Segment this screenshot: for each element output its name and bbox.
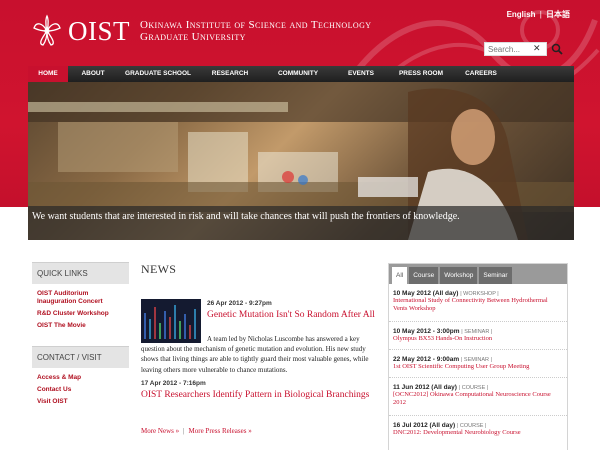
- event-title-link[interactable]: [OCNC2012] Okinawa Computational Neurosc…: [393, 391, 563, 407]
- more-press-releases-link[interactable]: More Press Releases »: [189, 427, 252, 435]
- clear-search-icon[interactable]: ✕: [533, 43, 541, 54]
- event-date: 22 May 2012 - 9:00am: [393, 356, 460, 363]
- tab-workshop[interactable]: Workshop: [440, 267, 478, 284]
- quick-links-list: OIST Auditorium Inauguration Concert R&D…: [32, 284, 129, 340]
- nav-about[interactable]: ABOUT: [68, 66, 118, 82]
- event-item: 16 Jul 2012 (All day) | COURSE | DNC2012…: [389, 416, 567, 450]
- quick-link-movie[interactable]: OIST The Movie: [37, 322, 124, 330]
- event-title-link[interactable]: Olympus BX53 Hands-On Instruction: [393, 335, 563, 343]
- oist-flower-icon: [33, 14, 61, 46]
- event-title-link[interactable]: DNC2012: Developmental Neurobiology Cour…: [393, 429, 563, 437]
- institute-line-2: Graduate University: [140, 31, 246, 43]
- event-date: 10 May 2012 (All day): [393, 290, 459, 297]
- news-section: NEWS 26 Apr 2012 - 9:27pm Genetic Mutati…: [141, 262, 379, 435]
- news-title-link[interactable]: OIST Researchers Identify Pattern in Bio…: [141, 390, 379, 401]
- event-item: 10 May 2012 (All day) | WORKSHOP | Inter…: [389, 284, 567, 322]
- institute-name: Okinawa Institute of Science and Technol…: [140, 19, 371, 43]
- quick-links-heading: QUICK LINKS: [32, 262, 129, 284]
- tab-all[interactable]: All: [392, 267, 408, 284]
- quick-link-rd-workshop[interactable]: R&D Cluster Workshop: [37, 310, 124, 318]
- contact-link-visit[interactable]: Visit OIST: [37, 398, 124, 406]
- quick-link-concert[interactable]: OIST Auditorium Inauguration Concert: [37, 290, 124, 306]
- logo-text: OIST: [68, 15, 130, 46]
- news-date: 26 Apr 2012 - 9:27pm: [207, 300, 272, 307]
- nav-home[interactable]: HOME: [28, 66, 68, 82]
- contact-links-list: Access & Map Contact Us Visit OIST: [32, 368, 129, 416]
- news-more-links: More News » | More Press Releases »: [141, 427, 252, 435]
- lang-separator: |: [539, 10, 542, 19]
- events-tabs: All Course Workshop Seminar: [389, 264, 567, 284]
- more-links-separator: |: [183, 427, 185, 435]
- news-body: A team led by Nicholas Luscombe has answ…: [141, 335, 369, 374]
- news-date: 17 Apr 2012 - 7:16pm: [141, 380, 206, 387]
- event-date: 11 Jun 2012 (All day): [393, 384, 457, 391]
- hero-caption: We want students that are interested in …: [28, 206, 574, 240]
- event-title-link[interactable]: 1st OIST Scientific Computing User Group…: [393, 363, 563, 371]
- news-heading: NEWS: [141, 262, 177, 276]
- contact-link-contact-us[interactable]: Contact Us: [37, 386, 124, 394]
- lang-english-link[interactable]: English: [507, 10, 536, 19]
- lang-japanese-link[interactable]: 日本語: [546, 10, 570, 19]
- search-icon[interactable]: [551, 43, 563, 55]
- contact-link-access-map[interactable]: Access & Map: [37, 374, 124, 382]
- event-item: 10 May 2012 - 3:00pm | SEMINAR | Olympus…: [389, 322, 567, 350]
- nav-graduate-school[interactable]: GRADUATE SCHOOL: [118, 66, 198, 82]
- nav-community[interactable]: COMMUNITY: [262, 66, 334, 82]
- event-title-link[interactable]: International Study of Connectivity Betw…: [393, 297, 563, 313]
- hero-image: We want students that are interested in …: [28, 82, 574, 240]
- nav-research[interactable]: RESEARCH: [198, 66, 262, 82]
- main-nav: HOME ABOUT GRADUATE SCHOOL RESEARCH COMM…: [28, 66, 574, 82]
- nav-careers[interactable]: CAREERS: [454, 66, 508, 82]
- more-news-link[interactable]: More News »: [141, 427, 179, 435]
- events-panel: All Course Workshop Seminar 10 May 2012 …: [388, 263, 568, 450]
- tab-course[interactable]: Course: [409, 267, 439, 284]
- event-date: 16 Jul 2012 (All day): [393, 422, 456, 429]
- news-item: 17 Apr 2012 - 7:16pm OIST Researchers Id…: [141, 380, 379, 401]
- tab-seminar[interactable]: Seminar: [479, 267, 512, 284]
- event-date: 10 May 2012 - 3:00pm: [393, 328, 460, 335]
- nav-press-room[interactable]: PRESS ROOM: [388, 66, 454, 82]
- language-switcher: English | 日本語: [507, 9, 570, 20]
- left-sidebar: QUICK LINKS OIST Auditorium Inauguration…: [32, 262, 129, 416]
- event-item: 11 Jun 2012 (All day) | COURSE | [OCNC20…: [389, 378, 567, 416]
- nav-events[interactable]: EVENTS: [334, 66, 388, 82]
- news-title-link[interactable]: Genetic Mutation Isn't So Random After A…: [207, 310, 377, 321]
- site-logo[interactable]: OIST Okinawa Institute of Science and Te…: [30, 14, 371, 48]
- contact-heading: CONTACT / VISIT: [32, 346, 129, 368]
- news-item: 26 Apr 2012 - 9:27pm Genetic Mutation Is…: [141, 281, 379, 385]
- institute-line-1: Okinawa Institute of Science and Technol…: [140, 19, 372, 31]
- event-item: 22 May 2012 - 9:00am | SEMINAR | 1st OIS…: [389, 350, 567, 378]
